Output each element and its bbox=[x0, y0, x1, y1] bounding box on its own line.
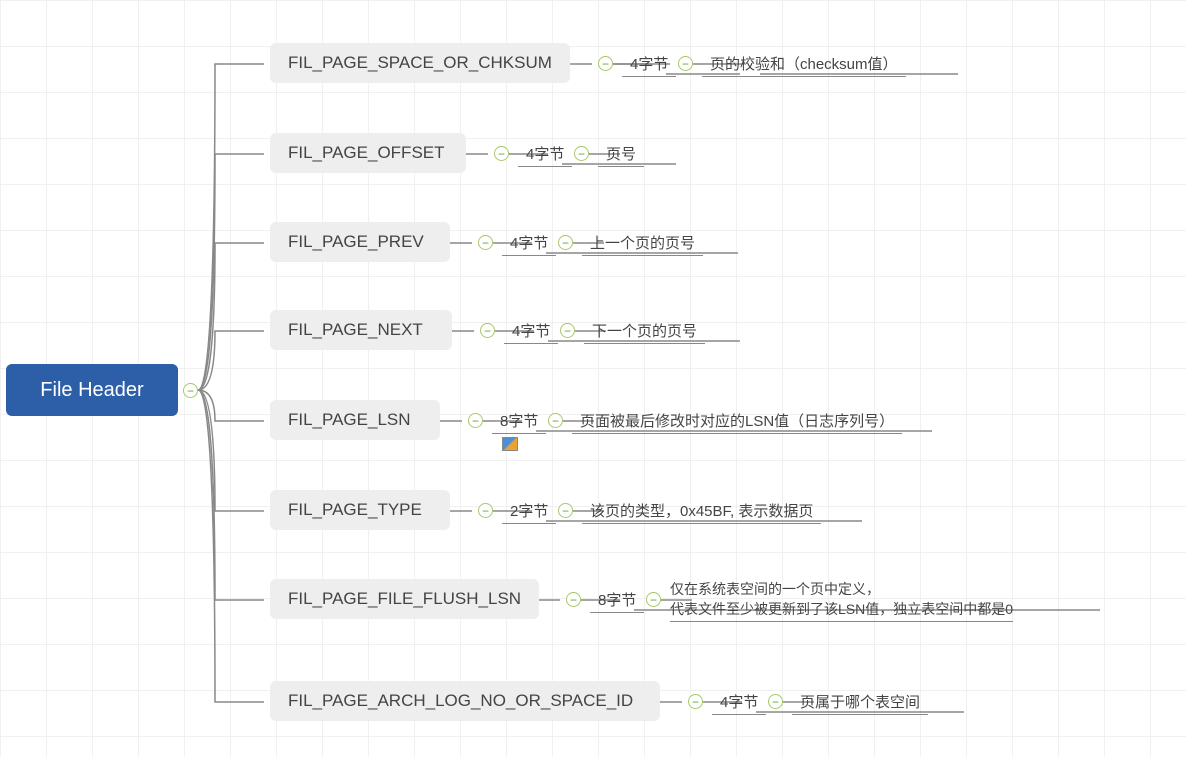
size-node[interactable]: 4字节 bbox=[518, 143, 572, 167]
size-expander[interactable]: − bbox=[548, 413, 563, 428]
size-expander[interactable]: − bbox=[574, 146, 589, 161]
field-node-2[interactable]: FIL_PAGE_PREV bbox=[270, 222, 450, 262]
field-label: FIL_PAGE_NEXT bbox=[288, 320, 423, 340]
size-label: 2字节 bbox=[502, 500, 556, 524]
size-node[interactable]: 4字节 bbox=[502, 232, 556, 256]
field-expander[interactable]: − bbox=[494, 146, 509, 161]
field-node-6[interactable]: FIL_PAGE_FILE_FLUSH_LSN bbox=[270, 579, 539, 619]
field-label: FIL_PAGE_TYPE bbox=[288, 500, 422, 520]
desc-label: 上一个页的页号 bbox=[582, 232, 703, 256]
desc-node[interactable]: 下一个页的页号 bbox=[584, 320, 705, 344]
size-node[interactable]: 4字节 bbox=[622, 53, 676, 77]
desc-label: 该页的类型，0x45BF, 表示数据页 bbox=[582, 500, 821, 524]
size-label: 4字节 bbox=[622, 53, 676, 77]
size-label: 8字节 bbox=[492, 410, 546, 434]
size-label: 4字节 bbox=[712, 691, 766, 715]
field-label: FIL_PAGE_LSN bbox=[288, 410, 411, 430]
desc-node[interactable]: 该页的类型，0x45BF, 表示数据页 bbox=[582, 500, 821, 524]
field-expander[interactable]: − bbox=[566, 592, 581, 607]
field-expander[interactable]: − bbox=[598, 56, 613, 71]
desc-label: 页属于哪个表空间 bbox=[792, 691, 928, 715]
size-label: 4字节 bbox=[518, 143, 572, 167]
field-label: FIL_PAGE_PREV bbox=[288, 232, 424, 252]
field-expander[interactable]: − bbox=[480, 323, 495, 338]
field-node-3[interactable]: FIL_PAGE_NEXT bbox=[270, 310, 452, 350]
size-node[interactable]: 8字节 bbox=[492, 410, 546, 434]
desc-node[interactable]: 上一个页的页号 bbox=[582, 232, 703, 256]
size-expander[interactable]: − bbox=[558, 503, 573, 518]
size-expander[interactable]: − bbox=[768, 694, 783, 709]
field-node-5[interactable]: FIL_PAGE_TYPE bbox=[270, 490, 450, 530]
desc-line: 代表文件至少被更新到了该LSN值，独立表空间中都是0 bbox=[670, 600, 1013, 620]
field-expander[interactable]: − bbox=[478, 235, 493, 250]
size-node[interactable]: 4字节 bbox=[712, 691, 766, 715]
field-expander[interactable]: − bbox=[468, 413, 483, 428]
desc-node[interactable]: 页属于哪个表空间 bbox=[792, 691, 928, 715]
field-label: FIL_PAGE_SPACE_OR_CHKSUM bbox=[288, 53, 552, 73]
size-expander[interactable]: − bbox=[678, 56, 693, 71]
desc-node[interactable]: 页号 bbox=[598, 143, 644, 167]
size-label: 4字节 bbox=[504, 320, 558, 344]
size-expander[interactable]: − bbox=[560, 323, 575, 338]
root-expander[interactable]: − bbox=[183, 383, 198, 398]
desc-node[interactable]: 页的校验和（checksum值） bbox=[702, 53, 906, 77]
root-label: File Header bbox=[40, 379, 143, 402]
size-expander[interactable]: − bbox=[646, 592, 661, 607]
desc-node-multi[interactable]: 仅在系统表空间的一个页中定义，代表文件至少被更新到了该LSN值，独立表空间中都是… bbox=[670, 580, 1013, 622]
field-label: FIL_PAGE_OFFSET bbox=[288, 143, 445, 163]
field-label: FIL_PAGE_ARCH_LOG_NO_OR_SPACE_ID bbox=[288, 691, 633, 711]
field-node-4[interactable]: FIL_PAGE_LSN bbox=[270, 400, 440, 440]
root-node[interactable]: File Header bbox=[6, 364, 178, 416]
field-label: FIL_PAGE_FILE_FLUSH_LSN bbox=[288, 589, 521, 609]
size-node[interactable]: 4字节 bbox=[504, 320, 558, 344]
desc-node[interactable]: 页面被最后修改时对应的LSN值（日志序列号） bbox=[572, 410, 902, 434]
desc-label: 页面被最后修改时对应的LSN值（日志序列号） bbox=[572, 410, 902, 434]
field-node-0[interactable]: FIL_PAGE_SPACE_OR_CHKSUM bbox=[270, 43, 570, 83]
field-node-1[interactable]: FIL_PAGE_OFFSET bbox=[270, 133, 466, 173]
field-node-7[interactable]: FIL_PAGE_ARCH_LOG_NO_OR_SPACE_ID bbox=[270, 681, 660, 721]
desc-label: 下一个页的页号 bbox=[584, 320, 705, 344]
desc-label: 页的校验和（checksum值） bbox=[702, 53, 906, 77]
field-expander[interactable]: − bbox=[688, 694, 703, 709]
field-expander[interactable]: − bbox=[478, 503, 493, 518]
desc-label: 页号 bbox=[598, 143, 644, 167]
size-node[interactable]: 2字节 bbox=[502, 500, 556, 524]
size-label: 4字节 bbox=[502, 232, 556, 256]
size-label: 8字节 bbox=[590, 589, 644, 613]
note-icon[interactable] bbox=[502, 437, 518, 451]
size-node[interactable]: 8字节 bbox=[590, 589, 644, 613]
desc-line: 仅在系统表空间的一个页中定义， bbox=[670, 580, 1013, 600]
size-expander[interactable]: − bbox=[558, 235, 573, 250]
